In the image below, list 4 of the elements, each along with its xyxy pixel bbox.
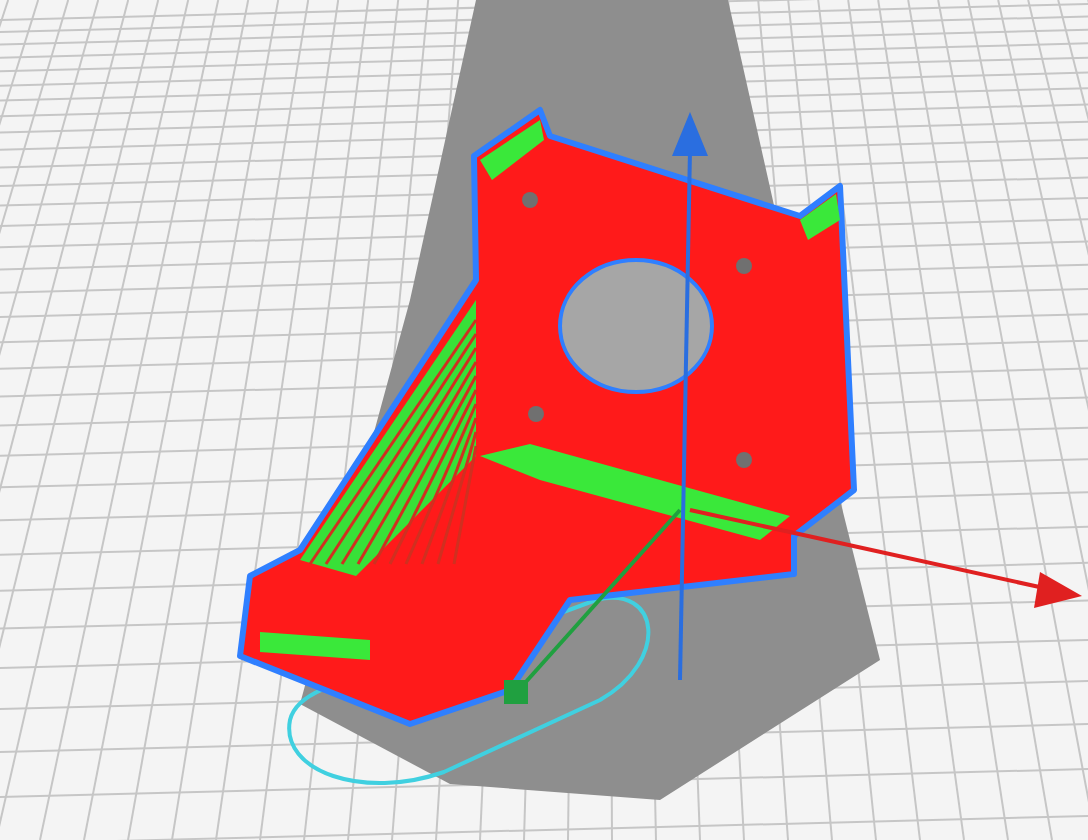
model-drawing[interactable] [237,107,857,727]
z-axis-arrow[interactable] [672,112,708,681]
y-axis-arrow[interactable] [504,508,682,704]
x-axis-arrow[interactable] [689,508,1082,608]
